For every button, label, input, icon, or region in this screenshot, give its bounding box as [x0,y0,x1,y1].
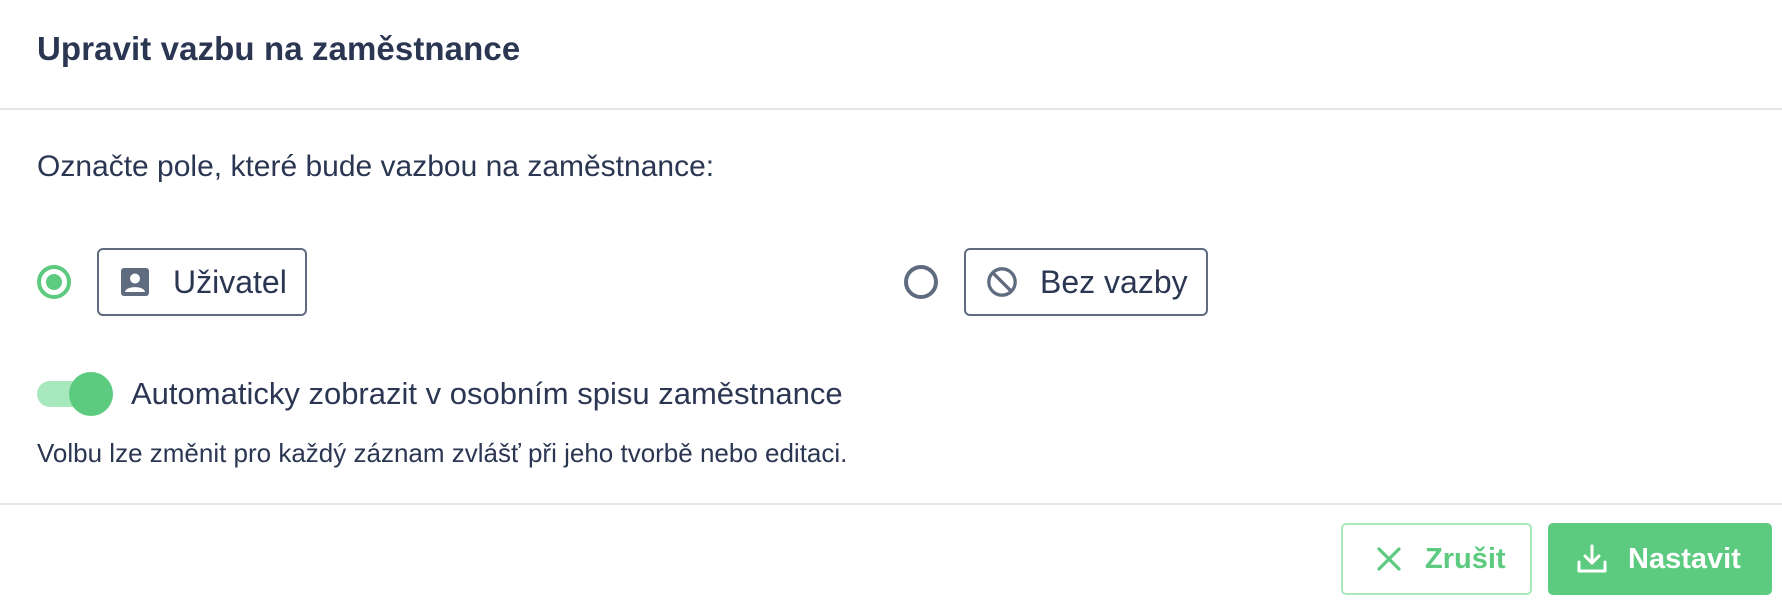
submit-label: Nastavit [1628,542,1741,575]
close-icon [1373,543,1405,575]
option-label-no-link: Bez vazby [1040,263,1188,300]
toggle-knob [69,372,113,416]
download-icon [1576,543,1608,575]
chip-no-link[interactable]: Bez vazby [964,248,1208,316]
chip-user[interactable]: Uživatel [97,248,307,316]
cancel-label: Zrušit [1425,542,1506,575]
radio-user[interactable] [37,265,71,299]
auto-show-label: Automaticky zobrazit v osobním spisu zam… [131,376,843,411]
submit-button[interactable]: Nastavit [1548,523,1772,595]
ban-icon [986,266,1018,298]
dialog-header: Upravit vazbu na zaměstnance [0,0,1782,110]
option-label-user: Uživatel [173,263,287,300]
option-no-link: Bez vazby [904,248,1208,316]
hint-text: Volbu lze změnit pro každý záznam zvlášť… [37,438,848,468]
user-badge-icon [119,266,151,298]
field-prompt: Označte pole, které bude vazbou na zaměs… [37,150,715,183]
radio-no-link[interactable] [904,265,938,299]
auto-show-toggle[interactable] [37,372,113,416]
edit-employee-link-dialog: Upravit vazbu na zaměstnance Označte pol… [0,0,1782,610]
option-user: Uživatel [37,248,307,316]
auto-show-row: Automaticky zobrazit v osobním spisu zam… [37,370,843,418]
footer-divider [0,503,1782,505]
cancel-button[interactable]: Zrušit [1341,523,1532,595]
dialog-title: Upravit vazbu na zaměstnance [37,30,521,67]
